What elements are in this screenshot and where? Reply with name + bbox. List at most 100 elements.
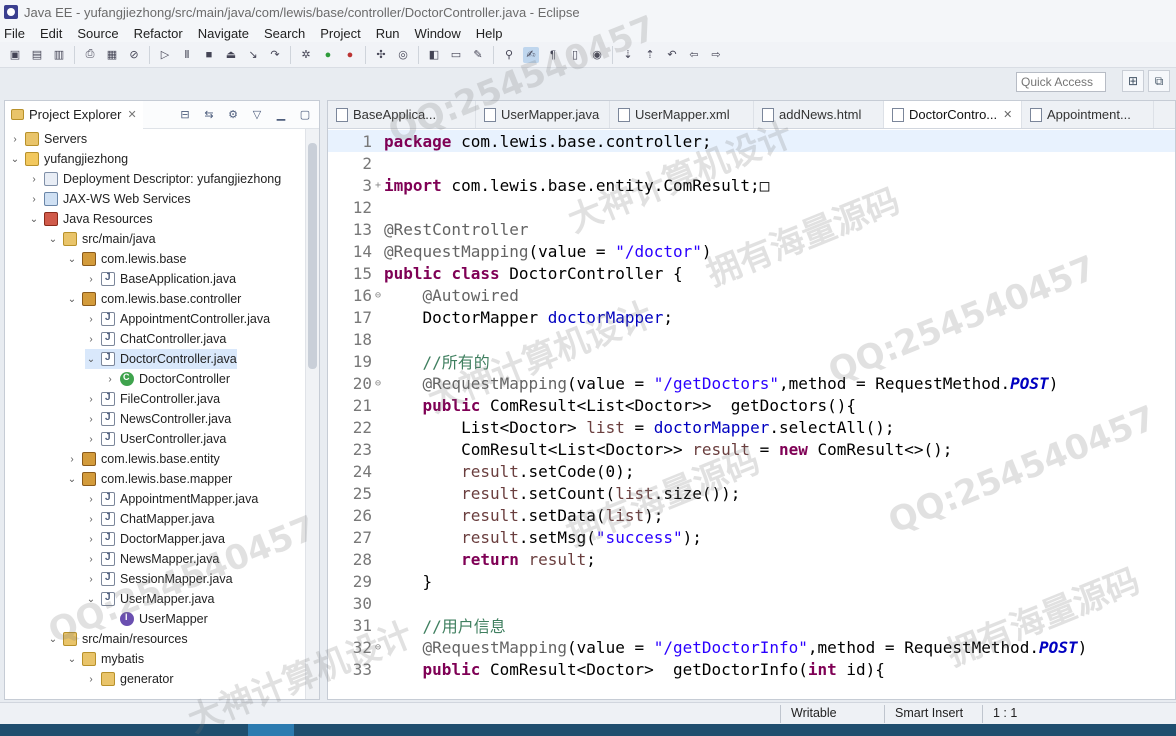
tree-item[interactable]: › BaseApplication.java: [85, 269, 236, 289]
tree-item[interactable]: ⌄ yufangjiezhong: [9, 149, 128, 169]
tree-item[interactable]: › ChatMapper.java: [85, 509, 215, 529]
menu-window[interactable]: Window: [415, 26, 461, 41]
expanded-arrow-icon[interactable]: ⌄: [85, 594, 97, 605]
collapsed-arrow-icon[interactable]: ›: [85, 534, 97, 545]
expanded-arrow-icon[interactable]: ⌄: [47, 234, 59, 245]
debug-icon[interactable]: ✲: [298, 47, 314, 63]
menu-navigate[interactable]: Navigate: [198, 26, 249, 41]
tab-project-explorer[interactable]: Project Explorer ✕: [5, 100, 143, 129]
fold-toggle-icon[interactable]: ⊖: [372, 290, 384, 301]
pencil-icon[interactable]: ✎: [470, 47, 486, 63]
forward-icon[interactable]: ⇨: [708, 47, 724, 63]
fold-toggle-icon[interactable]: ⊖: [372, 642, 384, 653]
show-whitespace-icon[interactable]: ¶: [545, 47, 561, 63]
collapsed-arrow-icon[interactable]: ›: [85, 434, 97, 445]
link-with-editor-icon[interactable]: ⇆: [201, 107, 217, 123]
tree-item[interactable]: › NewsMapper.java: [85, 549, 219, 569]
tree-scrollbar[interactable]: [305, 129, 319, 699]
taskbar-item[interactable]: [248, 724, 294, 736]
collapsed-arrow-icon[interactable]: ›: [85, 394, 97, 405]
collapse-all-icon[interactable]: ⊟: [177, 107, 193, 123]
highlight-icon[interactable]: ✍: [523, 46, 539, 63]
expanded-arrow-icon[interactable]: ⌄: [47, 634, 59, 645]
tree-item[interactable]: ⌄ src/main/java: [47, 229, 156, 249]
collapsed-arrow-icon[interactable]: ›: [85, 514, 97, 525]
close-icon[interactable]: ✕: [1003, 108, 1012, 121]
menu-file[interactable]: File: [4, 26, 25, 41]
run-icon[interactable]: ●: [320, 47, 336, 63]
save-all-icon[interactable]: ▥: [51, 47, 67, 63]
tree-item[interactable]: › FileController.java: [85, 389, 220, 409]
save-icon[interactable]: ▤: [29, 47, 45, 63]
collapsed-arrow-icon[interactable]: ›: [85, 494, 97, 505]
menu-search[interactable]: Search: [264, 26, 305, 41]
tree-item[interactable]: ⌄ UserMapper.java: [85, 589, 215, 609]
editor-tab[interactable]: DoctorContro... ✕: [884, 101, 1022, 128]
tree-item[interactable]: UserMapper: [104, 609, 208, 629]
editor-tab[interactable]: Appointment...: [1022, 101, 1154, 128]
view-menu-icon[interactable]: ▽: [249, 107, 265, 123]
suspend-icon[interactable]: Ⅱ: [179, 47, 195, 63]
expanded-arrow-icon[interactable]: ⌄: [66, 654, 78, 665]
scrollbar-thumb[interactable]: [308, 143, 317, 369]
menu-edit[interactable]: Edit: [40, 26, 62, 41]
filter-icon[interactable]: ⚙: [225, 107, 241, 123]
new-icon[interactable]: ▣: [7, 47, 23, 63]
editor-tab[interactable]: UserMapper.java: [476, 101, 610, 128]
maximize-icon[interactable]: ▢: [297, 107, 313, 123]
menu-project[interactable]: Project: [320, 26, 360, 41]
new-server-icon[interactable]: ✣: [373, 47, 389, 63]
resume-icon[interactable]: ▷: [157, 47, 173, 63]
next-annotation-icon[interactable]: ⇣: [620, 47, 636, 63]
menu-run[interactable]: Run: [376, 26, 400, 41]
fold-toggle-icon[interactable]: +: [372, 180, 384, 191]
quick-access-input[interactable]: [1016, 72, 1106, 92]
collapsed-arrow-icon[interactable]: ›: [85, 554, 97, 565]
new-class-icon[interactable]: ◎: [395, 47, 411, 63]
step-into-icon[interactable]: ↘: [245, 47, 261, 63]
editor-tab[interactable]: addNews.html: [754, 101, 884, 128]
back-icon[interactable]: ⇦: [686, 47, 702, 63]
menu-refactor[interactable]: Refactor: [134, 26, 183, 41]
tree-item[interactable]: › AppointmentMapper.java: [85, 489, 258, 509]
menu-help[interactable]: Help: [476, 26, 503, 41]
editor-tab[interactable]: UserMapper.xml: [610, 101, 754, 128]
binary-icon[interactable]: ▦: [104, 47, 120, 63]
minimize-icon[interactable]: ▁: [273, 107, 289, 123]
collapsed-arrow-icon[interactable]: ›: [85, 314, 97, 325]
collapsed-arrow-icon[interactable]: ›: [104, 374, 116, 385]
disconnect-icon[interactable]: ⏏: [223, 47, 239, 63]
collapsed-arrow-icon[interactable]: ›: [85, 274, 97, 285]
fold-toggle-icon[interactable]: ⊖: [372, 378, 384, 389]
tree-item[interactable]: › DoctorController: [104, 369, 230, 389]
tree-item[interactable]: › Servers: [9, 129, 87, 149]
open-folder-icon[interactable]: ▭: [448, 47, 464, 63]
tree-item[interactable]: › SessionMapper.java: [85, 569, 233, 589]
collapsed-arrow-icon[interactable]: ›: [85, 674, 97, 685]
expanded-arrow-icon[interactable]: ⌄: [66, 294, 78, 305]
tree-item[interactable]: ⌄ DoctorController.java: [85, 349, 237, 369]
tree-item[interactable]: › JAX-WS Web Services: [28, 189, 191, 209]
java-ee-perspective-icon[interactable]: ⧉: [1148, 70, 1170, 92]
block-selection-icon[interactable]: ▯: [567, 47, 583, 63]
collapsed-arrow-icon[interactable]: ›: [28, 194, 40, 205]
expanded-arrow-icon[interactable]: ⌄: [66, 254, 78, 265]
tree-item[interactable]: › ChatController.java: [85, 329, 226, 349]
open-perspective-icon[interactable]: ⊞: [1122, 70, 1144, 92]
step-over-icon[interactable]: ↷: [267, 47, 283, 63]
close-icon[interactable]: ✕: [127, 108, 136, 121]
expanded-arrow-icon[interactable]: ⌄: [9, 154, 21, 165]
prev-annotation-icon[interactable]: ⇡: [642, 47, 658, 63]
tree-item[interactable]: ⌄ Java Resources: [28, 209, 153, 229]
tree-item[interactable]: › AppointmentController.java: [85, 309, 270, 329]
last-edit-icon[interactable]: ↶: [664, 47, 680, 63]
print-icon[interactable]: ⎙: [82, 47, 98, 63]
tree-item[interactable]: ⌄ com.lewis.base.controller: [66, 289, 241, 309]
terminate-icon[interactable]: ■: [201, 47, 217, 63]
collapsed-arrow-icon[interactable]: ›: [85, 414, 97, 425]
tree-item[interactable]: › UserController.java: [85, 429, 226, 449]
tree-item[interactable]: › generator: [85, 669, 174, 689]
tree-item[interactable]: ⌄ mybatis: [66, 649, 144, 669]
tree-item[interactable]: ⌄ com.lewis.base.mapper: [66, 469, 232, 489]
editor-tab[interactable]: BaseApplica...: [328, 101, 476, 128]
